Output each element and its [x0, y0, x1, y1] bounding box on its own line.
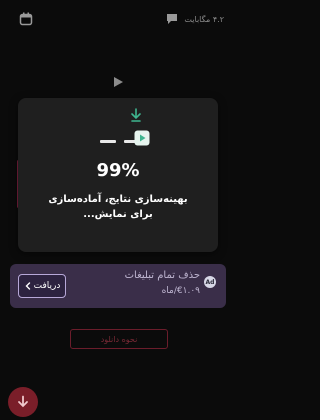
play-icon[interactable]	[112, 76, 124, 88]
how-to-download-label: نحوه دانلود	[100, 334, 138, 344]
download-fab[interactable]	[8, 387, 38, 417]
ad-badge: Ad	[204, 276, 216, 288]
chat-icon[interactable]	[166, 13, 178, 25]
remove-ads-banner[interactable]: Ad حذف تمام تبلیغات €۱.۰۹/ماه دریافت	[10, 264, 226, 308]
dash-1	[100, 140, 116, 143]
file-size-label: ۴.۲ مگابایت	[184, 14, 224, 24]
media-thumbnail	[134, 130, 150, 146]
top-bar: ۴.۲ مگابایت	[0, 0, 236, 40]
ad-title: حذف تمام تبلیغات	[124, 270, 200, 281]
download-icon	[18, 395, 28, 408]
how-to-download-button[interactable]: نحوه دانلود	[70, 329, 168, 349]
status-message: بهینه‌سازی نتایج، آماده‌سازی برای نمایش.…	[48, 194, 188, 220]
progress-percent: 99%	[96, 160, 140, 181]
download-arrow-icon	[131, 108, 141, 122]
app-screen: ۴.۲ مگابایت 99% بهینه‌سازی نتایج، آماده‌…	[0, 0, 236, 420]
header-file-info: ۴.۲ مگابایت	[166, 12, 224, 26]
get-label: دریافت	[33, 281, 61, 291]
get-button[interactable]: دریافت	[18, 274, 66, 298]
chevron-left-icon	[25, 282, 30, 290]
processing-overlay: 99% بهینه‌سازی نتایج، آماده‌سازی برای نم…	[18, 98, 218, 252]
ad-price: €۱.۰۹/ماه	[161, 286, 200, 296]
calendar-icon[interactable]	[19, 12, 33, 26]
media-thumb-icon	[134, 130, 150, 146]
